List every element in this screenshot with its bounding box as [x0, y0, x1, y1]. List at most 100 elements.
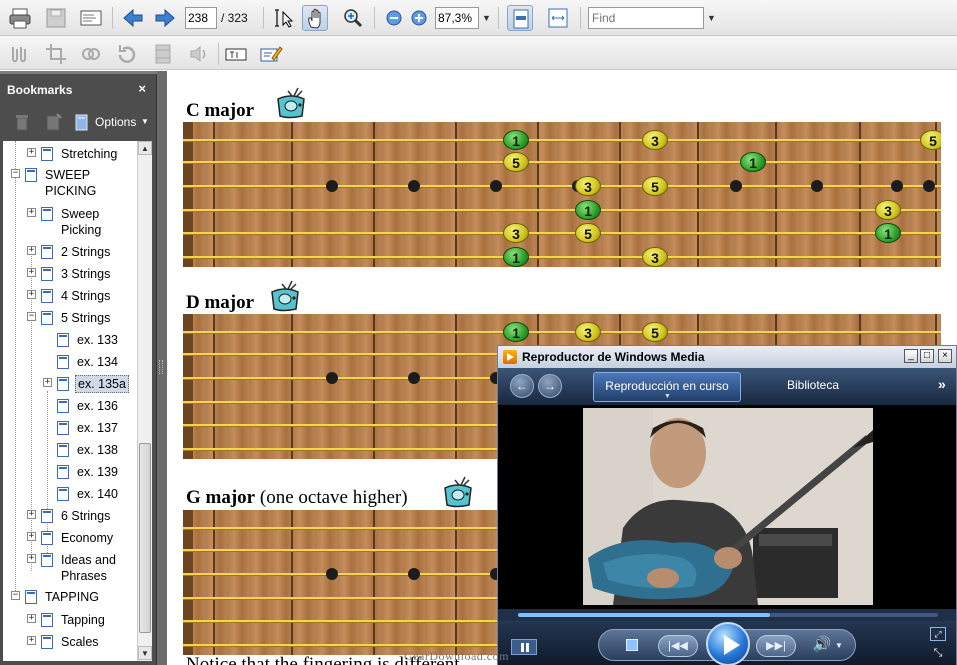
forward-icon[interactable]: → — [538, 374, 562, 398]
form-edit-icon[interactable] — [258, 41, 284, 67]
find-dropdown-icon[interactable]: ▼ — [707, 13, 716, 23]
expand-icon[interactable]: + — [27, 532, 36, 541]
section-title: C major — [186, 100, 255, 121]
bookmark-icon — [41, 531, 53, 545]
bookmark-icon — [41, 553, 53, 567]
zoom-in-icon[interactable] — [406, 5, 432, 31]
volume-icon[interactable]: 🔊 — [810, 635, 834, 653]
trash-icon[interactable] — [12, 112, 32, 132]
more-tabs-icon[interactable]: » — [938, 376, 946, 392]
bookmark-icon — [41, 509, 53, 523]
previous-page-icon[interactable] — [120, 5, 146, 31]
guitar-string — [183, 209, 941, 211]
bookmark-label: ex. 138 — [77, 443, 119, 457]
crop-icon[interactable] — [43, 41, 69, 67]
next-page-icon[interactable] — [152, 5, 178, 31]
print-icon[interactable] — [7, 5, 33, 31]
mini-mode-icon[interactable]: ⤡ — [930, 647, 946, 661]
scale-note: 5 — [575, 223, 601, 243]
fret-line — [291, 314, 293, 459]
video-area[interactable] — [498, 405, 956, 609]
options-menu[interactable]: Options — [95, 115, 136, 129]
back-icon[interactable]: ← — [510, 374, 534, 398]
expand-icon[interactable]: + — [27, 208, 36, 217]
page-number-input[interactable] — [185, 7, 217, 29]
rotate-icon[interactable] — [114, 41, 140, 67]
save-icon[interactable] — [43, 5, 69, 31]
expand-icon[interactable]: + — [27, 148, 36, 157]
bookmark-label: PICKING — [45, 184, 97, 198]
hand-tool-icon[interactable] — [302, 5, 328, 31]
video-link-icon[interactable] — [274, 85, 308, 119]
bookmark-tree: + Stretching − SWEEP PICKING + Sweep Pic… — [3, 141, 137, 661]
scroll-down-icon[interactable]: ▼ — [138, 646, 152, 660]
fit-width-icon[interactable] — [545, 5, 571, 31]
minimize-icon[interactable]: _ — [904, 349, 918, 363]
zoom-dropdown-icon[interactable]: ▼ — [482, 13, 491, 23]
expand-icon[interactable]: + — [27, 636, 36, 645]
expand-icon[interactable]: + — [27, 510, 36, 519]
fret-line — [373, 510, 375, 655]
play-icon[interactable] — [706, 622, 750, 665]
media-player-window: Reproductor de Windows Media _ □ × ← → R… — [497, 345, 957, 665]
bookmarks-close-button[interactable]: × — [138, 81, 146, 96]
text-field-icon[interactable] — [223, 41, 249, 67]
zoom-out-icon[interactable] — [381, 5, 407, 31]
fret-line — [373, 122, 375, 267]
sound-icon[interactable] — [186, 41, 212, 67]
options-dropdown-icon[interactable]: ▼ — [141, 117, 149, 126]
fit-page-icon[interactable] — [507, 5, 533, 31]
media-player-title: Reproductor de Windows Media — [522, 350, 705, 364]
expand-icon[interactable]: + — [27, 268, 36, 277]
touchup-icon[interactable] — [7, 41, 33, 67]
expand-icon[interactable]: + — [27, 246, 36, 255]
maximize-icon[interactable]: □ — [920, 349, 934, 363]
collapse-icon[interactable]: − — [11, 591, 20, 600]
tab-now-playing[interactable]: Reproducción en curso ▼ — [593, 372, 741, 402]
scale-note: 1 — [740, 152, 766, 172]
volume-dropdown-icon[interactable]: ▼ — [834, 641, 844, 650]
seek-bar[interactable] — [498, 609, 956, 621]
expand-icon[interactable]: + — [27, 290, 36, 299]
pause-icon[interactable] — [511, 639, 537, 655]
previous-icon[interactable]: |◀◀ — [658, 635, 698, 657]
stop-icon[interactable] — [626, 639, 638, 651]
fullscreen-icon[interactable]: ⤢ — [930, 627, 946, 641]
options-icon[interactable] — [75, 114, 89, 134]
expand-icon[interactable]: + — [27, 614, 36, 623]
collapse-icon[interactable]: − — [27, 312, 36, 321]
bookmark-icon — [41, 635, 53, 649]
fret-line — [291, 122, 293, 267]
bookmarks-scrollbar[interactable]: ▲ ▼ — [137, 141, 152, 661]
select-text-icon[interactable] — [270, 5, 296, 31]
expand-icon[interactable]: + — [43, 378, 52, 387]
bookmark-label: 2 Strings — [61, 245, 111, 259]
close-icon[interactable]: × — [938, 349, 952, 363]
fret-line — [291, 510, 293, 655]
email-icon[interactable] — [78, 5, 104, 31]
expand-icon[interactable]: + — [27, 554, 36, 563]
tab-library[interactable]: Biblioteca — [748, 378, 878, 392]
fretboard-nut — [183, 314, 193, 459]
fret-inlay — [730, 180, 742, 192]
scroll-thumb[interactable] — [139, 443, 151, 633]
video-link-icon[interactable] — [268, 278, 302, 312]
scroll-up-icon[interactable]: ▲ — [138, 141, 152, 155]
fret-inlay — [408, 568, 420, 580]
bookmark-icon — [25, 590, 37, 604]
bookmark-icon — [41, 613, 53, 627]
fret-line — [213, 314, 215, 459]
video-link-icon[interactable] — [441, 474, 475, 508]
bookmark-label: ex. 135a — [75, 375, 129, 393]
collapse-icon[interactable]: − — [11, 169, 20, 178]
film-icon[interactable] — [150, 41, 176, 67]
new-bookmark-icon[interactable] — [44, 112, 64, 132]
fret-line — [373, 314, 375, 459]
media-player-titlebar[interactable]: Reproductor de Windows Media _ □ × — [498, 346, 956, 368]
zoom-tool-icon[interactable] — [340, 5, 366, 31]
link-icon[interactable] — [78, 41, 104, 67]
next-icon[interactable]: ▶▶| — [756, 635, 796, 657]
splitter-grip-icon[interactable] — [159, 360, 163, 374]
find-input[interactable] — [588, 7, 704, 29]
zoom-level-input[interactable] — [435, 7, 479, 29]
